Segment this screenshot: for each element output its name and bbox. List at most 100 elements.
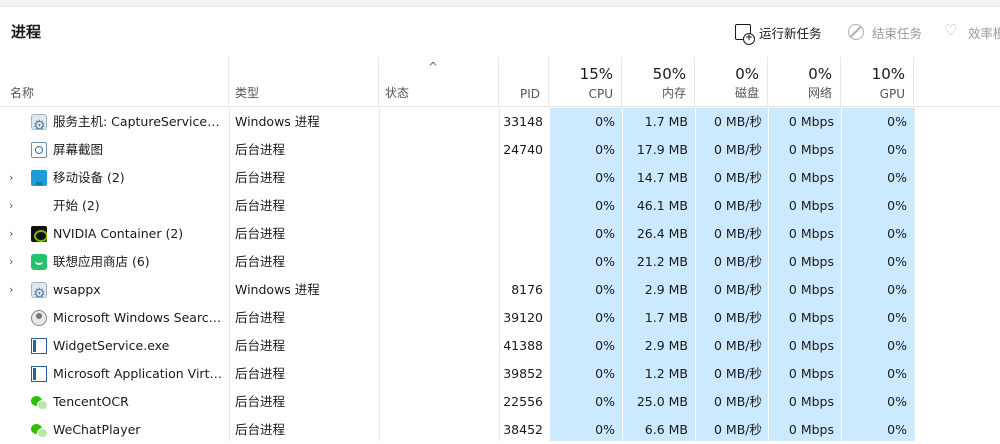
column-header-name[interactable]: 名称: [0, 57, 229, 107]
table-row[interactable]: › 开始 (2) 后台进程 0% 46.1 MB 0 MB/秒 0 Mbps 0%: [0, 192, 1000, 220]
expand-chevron-icon[interactable]: ›: [9, 220, 23, 248]
process-pid: 24740: [503, 142, 543, 157]
cpu-total-percent: 15%: [579, 65, 613, 83]
table-row[interactable]: Microsoft Windows Search ... 后台进程 39120 0% 1…: [0, 304, 1000, 332]
lenovo-store-icon: [31, 254, 47, 270]
memory-value: 14.7 MB: [636, 170, 688, 185]
cpu-value: 0%: [595, 198, 615, 213]
search-user-icon: [31, 310, 47, 326]
end-task-label: 结束任务: [872, 25, 923, 41]
network-value: 0 Mbps: [788, 142, 834, 157]
table-row[interactable]: WeChatPlayer 后台进程 38452 0% 6.6 MB 0 MB/秒 0 Mbp…: [0, 416, 1000, 444]
gpu-value: 0%: [887, 254, 907, 269]
expand-chevron-icon[interactable]: ›: [9, 276, 23, 304]
column-header-status[interactable]: 状态: [379, 57, 499, 107]
column-cpu-label: CPU: [588, 87, 613, 101]
gpu-value: 0%: [887, 170, 907, 185]
disk-value: 0 MB/秒: [714, 170, 762, 185]
end-task-icon: [848, 24, 864, 40]
disk-value: 0 MB/秒: [714, 142, 762, 157]
process-pid: 39120: [503, 310, 543, 325]
column-header-disk[interactable]: 0% 磁盘: [695, 57, 768, 107]
column-header-pid[interactable]: PID: [499, 57, 549, 107]
gpu-value: 0%: [887, 226, 907, 241]
cpu-value: 0%: [595, 170, 615, 185]
efficiency-mode-label: 效率模: [968, 25, 1000, 41]
network-value: 0 Mbps: [788, 114, 834, 129]
cpu-value: 0%: [595, 114, 615, 129]
efficiency-mode-button[interactable]: 效率模: [944, 21, 1000, 43]
network-value: 0 Mbps: [788, 282, 834, 297]
process-type: 后台进程: [235, 394, 286, 409]
run-new-task-button[interactable]: 运行新任务: [735, 21, 822, 45]
cpu-value: 0%: [595, 422, 615, 437]
gpu-value: 0%: [887, 338, 907, 353]
column-header-cpu[interactable]: 15% CPU: [549, 57, 622, 107]
snipping-tool-icon: [31, 142, 47, 158]
table-row[interactable]: › 联想应用商店 (6) 后台进程 0% 21.2 MB 0 MB/秒 0 Mbps 0%: [0, 248, 1000, 276]
process-type: 后台进程: [235, 142, 286, 157]
expand-chevron-icon[interactable]: ›: [9, 248, 23, 276]
mobile-device-icon: [31, 170, 47, 186]
process-pid: 8176: [511, 282, 543, 297]
column-header-gpu[interactable]: 10% GPU: [841, 57, 914, 107]
app-window-icon: [31, 338, 47, 354]
cpu-value: 0%: [595, 254, 615, 269]
wechat-icon: [31, 422, 47, 438]
column-header-memory[interactable]: 50% 内存: [622, 57, 695, 107]
gpu-total-percent: 10%: [871, 65, 905, 83]
disk-value: 0 MB/秒: [714, 338, 762, 353]
memory-value: 2.9 MB: [644, 338, 688, 353]
disk-value: 0 MB/秒: [714, 254, 762, 269]
column-disk-label: 磁盘: [734, 86, 759, 100]
page-title: 进程: [11, 23, 42, 41]
process-type: 后台进程: [235, 198, 286, 213]
nvidia-icon: [31, 226, 47, 242]
table-row[interactable]: WidgetService.exe 后台进程 41388 0% 2.9 MB 0 MB/秒…: [0, 332, 1000, 360]
gpu-value: 0%: [887, 366, 907, 381]
table-row[interactable]: › wsappx Windows 进程 8176 0% 2.9 MB 0 MB/秒 0 Mbp…: [0, 276, 1000, 304]
process-pid: 33148: [503, 114, 543, 129]
table-row[interactable]: Microsoft Application Virtu... 后台进程 39852 0…: [0, 360, 1000, 388]
process-name: 屏幕截图: [53, 142, 104, 157]
gpu-value: 0%: [887, 114, 907, 129]
cpu-value: 0%: [595, 310, 615, 325]
disk-total-percent: 0%: [735, 65, 759, 83]
table-row[interactable]: › 移动设备 (2) 后台进程 0% 14.7 MB 0 MB/秒 0 Mbps 0%: [0, 164, 1000, 192]
memory-value: 46.1 MB: [636, 198, 688, 213]
memory-value: 25.0 MB: [636, 394, 688, 409]
expand-chevron-icon[interactable]: ›: [9, 164, 23, 192]
table-row[interactable]: › NVIDIA Container (2) 后台进程 0% 26.4 MB 0 MB/秒…: [0, 220, 1000, 248]
cpu-value: 0%: [595, 394, 615, 409]
memory-value: 17.9 MB: [636, 142, 688, 157]
table-row[interactable]: 服务主机: CaptureService_1... Windows 进程 33148…: [0, 108, 1000, 136]
cpu-value: 0%: [595, 142, 615, 157]
column-header-type[interactable]: 类型: [229, 57, 379, 107]
disk-value: 0 MB/秒: [714, 394, 762, 409]
memory-value: 6.6 MB: [644, 422, 688, 437]
table-row[interactable]: TencentOCR 后台进程 22556 0% 25.0 MB 0 MB/秒 0 Mbps…: [0, 388, 1000, 416]
end-task-button[interactable]: 结束任务: [848, 21, 922, 43]
process-type: 后台进程: [235, 226, 286, 241]
process-pid: 41388: [503, 338, 543, 353]
gpu-value: 0%: [887, 282, 907, 297]
gpu-value: 0%: [887, 310, 907, 325]
cpu-value: 0%: [595, 226, 615, 241]
process-name: Microsoft Application Virtu...: [53, 366, 225, 381]
disk-value: 0 MB/秒: [714, 366, 762, 381]
gear-icon: [31, 282, 47, 298]
window-top-strip: [0, 0, 1000, 7]
process-pid: [500, 220, 543, 248]
process-name: wsappx: [53, 282, 101, 297]
process-pid: 38452: [503, 422, 543, 437]
gpu-value: 0%: [887, 394, 907, 409]
process-name: 服务主机: CaptureService_1...: [53, 114, 225, 129]
network-value: 0 Mbps: [788, 394, 834, 409]
expand-chevron-icon[interactable]: ›: [9, 192, 23, 220]
run-new-task-label: 运行新任务: [759, 25, 822, 41]
gear-icon: [31, 114, 47, 130]
column-status-label: 状态: [385, 86, 410, 100]
column-header-network[interactable]: 0% 网络: [768, 57, 841, 107]
process-type: 后台进程: [235, 366, 286, 381]
table-row[interactable]: 屏幕截图 后台进程 24740 0% 17.9 MB 0 MB/秒 0 Mbps 0%: [0, 136, 1000, 164]
